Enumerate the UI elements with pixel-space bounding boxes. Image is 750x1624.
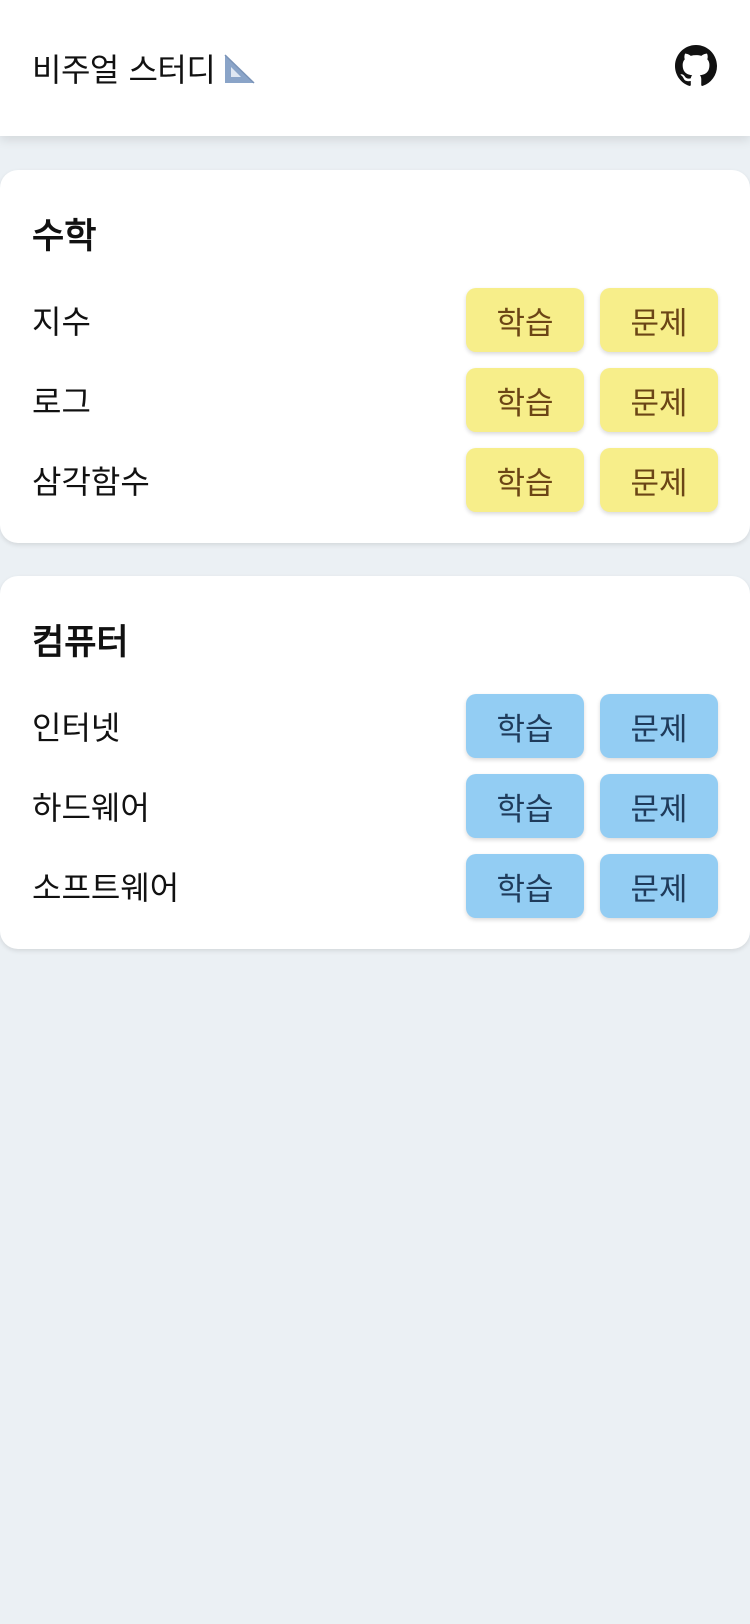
github-icon [675,45,717,91]
section-math: 수학 지수 학습 문제 로그 학습 문제 삼각함수 학습 문제 [0,170,750,543]
topic-label: 소프트웨어 [32,869,180,907]
learn-button[interactable]: 학습 [466,288,584,352]
learn-button[interactable]: 학습 [466,368,584,432]
github-link[interactable] [674,45,718,91]
topic-actions: 학습 문제 [466,854,718,918]
quiz-button[interactable]: 문제 [600,288,718,352]
topic-actions: 학습 문제 [466,774,718,838]
quiz-button[interactable]: 문제 [600,368,718,432]
app-title[interactable]: 비주얼 스터디 [32,45,216,91]
topic-label: 하드웨어 [32,789,150,827]
topic-row-software: 소프트웨어 학습 문제 [32,854,718,918]
learn-button[interactable]: 학습 [466,774,584,838]
brand[interactable]: 비주얼 스터디 [32,45,257,91]
topic-list: 지수 학습 문제 로그 학습 문제 삼각함수 학습 문제 [32,288,718,528]
learn-button[interactable]: 학습 [466,854,584,918]
topic-row-hardware: 하드웨어 학습 문제 [32,774,718,838]
topic-actions: 학습 문제 [466,694,718,758]
section-title: 컴퓨터 [32,623,129,663]
topic-label: 로그 [32,383,91,421]
quiz-button[interactable]: 문제 [600,694,718,758]
quiz-button[interactable]: 문제 [600,448,718,512]
section-title: 수학 [32,217,97,257]
section-computer: 컴퓨터 인터넷 학습 문제 하드웨어 학습 문제 소프트웨어 학습 문제 [0,576,750,949]
quiz-button[interactable]: 문제 [600,774,718,838]
topic-label: 인터넷 [32,709,121,747]
topic-list: 인터넷 학습 문제 하드웨어 학습 문제 소프트웨어 학습 문제 [32,694,718,934]
topic-row-internet: 인터넷 학습 문제 [32,694,718,758]
topic-actions: 학습 문제 [466,368,718,432]
topic-label: 삼각함수 [32,463,150,501]
topic-actions: 학습 문제 [466,288,718,352]
learn-button[interactable]: 학습 [466,694,584,758]
topic-actions: 학습 문제 [466,448,718,512]
app-header: 비주얼 스터디 [0,0,750,136]
topic-row-trig: 삼각함수 학습 문제 [32,448,718,512]
topic-row-exponent: 지수 학습 문제 [32,288,718,352]
quiz-button[interactable]: 문제 [600,854,718,918]
triangle-ruler-icon [223,51,257,85]
topic-label: 지수 [32,303,91,341]
topic-row-log: 로그 학습 문제 [32,368,718,432]
learn-button[interactable]: 학습 [466,448,584,512]
